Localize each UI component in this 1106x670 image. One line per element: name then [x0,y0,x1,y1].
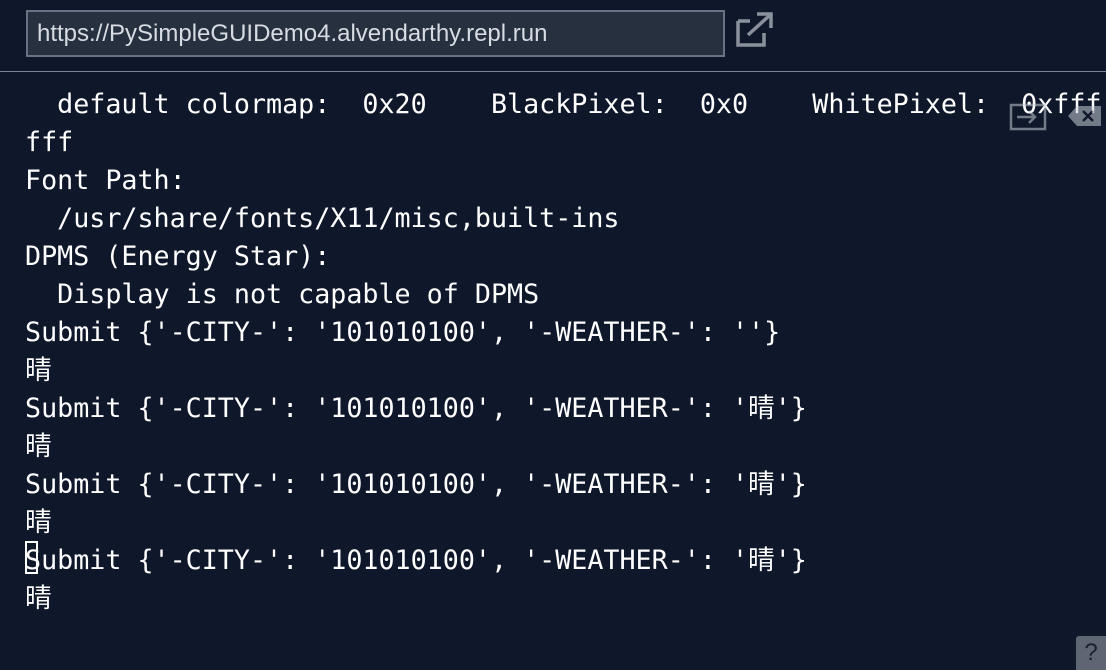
terminal-line: default colormap: 0x20 BlackPixel: 0x0 W… [25,89,1102,120]
url-field[interactable]: https://PySimpleGUIDemo4.alvendarthy.rep… [26,10,725,57]
external-link-icon[interactable] [734,11,776,49]
terminal-line: DPMS (Energy Star): [25,241,331,272]
display-icon[interactable] [1009,102,1047,132]
address-bar: https://PySimpleGUIDemo4.alvendarthy.rep… [0,0,1106,72]
terminal-line: Display is not capable of DPMS [25,279,540,310]
terminal-line: Submit {'-CITY-': '101010100', '-WEATHER… [25,393,807,424]
terminal-cursor [25,541,38,574]
terminal-line: 晴 [25,507,52,538]
terminal-line: Font Path: [25,165,186,196]
terminal-line: Submit {'-CITY-': '101010100', '-WEATHER… [25,545,807,576]
terminal-line: 晴 [25,431,52,462]
terminal-line: fff [25,127,74,158]
terminal-line: Submit {'-CITY-': '101010100', '-WEATHER… [25,469,807,500]
help-button[interactable]: ? [1076,636,1106,670]
terminal-line: 晴 [25,355,52,386]
terminal-line: /usr/share/fonts/X11/misc,built-ins [25,203,620,234]
terminal-output[interactable]: default colormap: 0x20 BlackPixel: 0x0 W… [0,86,1106,670]
terminal-line: Submit {'-CITY-': '101010100', '-WEATHER… [25,317,781,348]
terminal-line: 晴 [25,583,52,614]
clear-icon[interactable] [1067,104,1103,128]
